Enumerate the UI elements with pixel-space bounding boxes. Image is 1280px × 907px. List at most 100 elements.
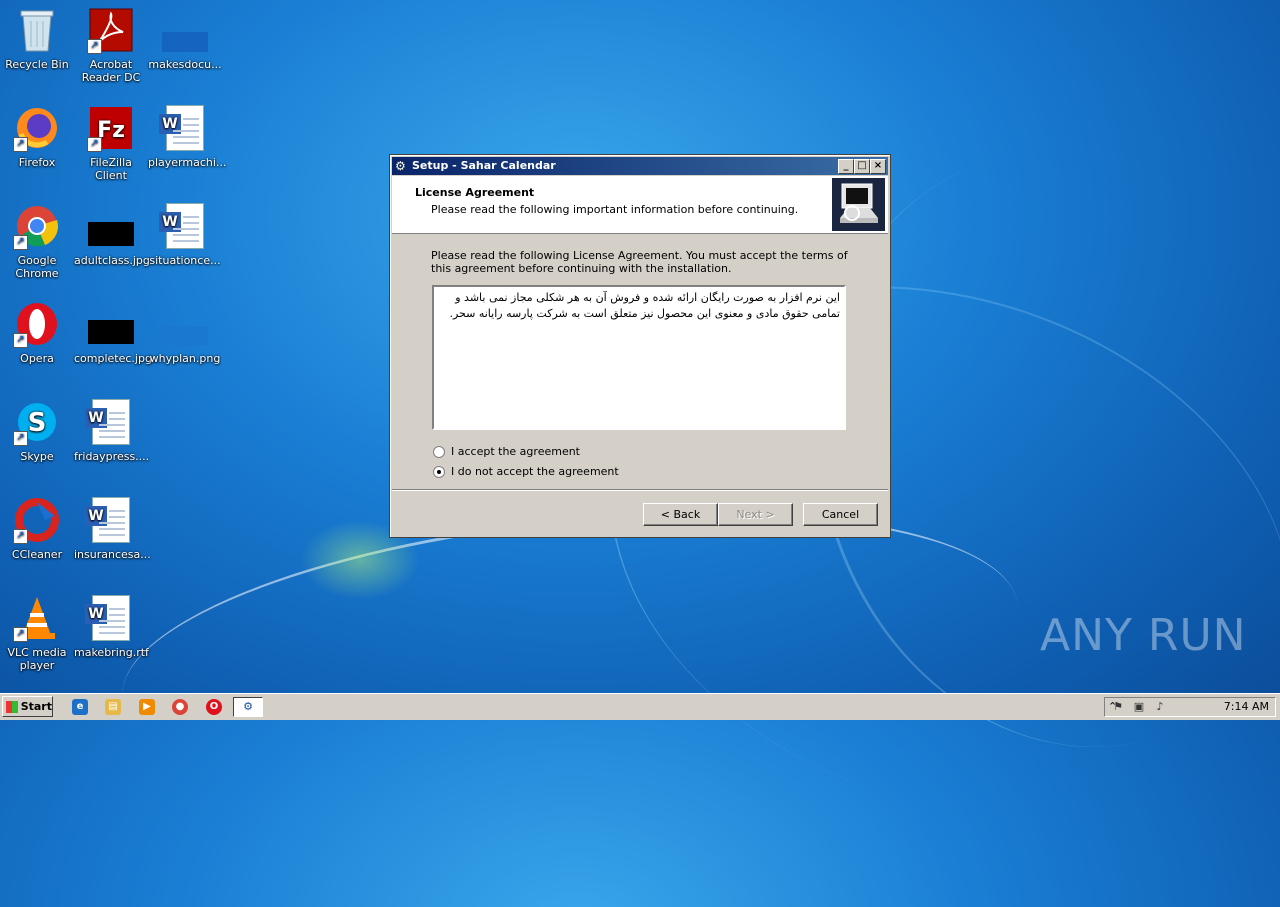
desktop-icon-label: makebring.rtf: [74, 646, 149, 659]
volume-icon[interactable]: ♪: [1153, 700, 1167, 714]
shortcut-arrow-icon: ↗: [13, 627, 28, 642]
network-icon[interactable]: ▣: [1132, 700, 1146, 714]
accept-radio-option[interactable]: I accept the agreement: [433, 445, 580, 458]
desktop-icon-label: Opera: [20, 352, 54, 365]
chrome-taskbar-icon[interactable]: ●: [172, 699, 188, 715]
ccleaner-icon: ↗: [13, 496, 61, 544]
word-document-icon: W: [85, 496, 135, 544]
license-instructions: Please read the following License Agreem…: [431, 249, 848, 275]
desktop-icon-makesdocu[interactable]: makesdocu...: [148, 6, 222, 71]
filezilla-icon: Fz ↗: [87, 104, 135, 152]
start-button[interactable]: Start: [2, 696, 53, 717]
word-document-icon: W: [159, 104, 209, 152]
desktop-icon-skype[interactable]: S ↗ Skype: [0, 398, 74, 463]
vlc-icon: ↗: [13, 594, 61, 642]
action-center-flag-icon[interactable]: ⚑: [1111, 700, 1125, 714]
shortcut-arrow-icon: ↗: [13, 333, 28, 348]
desktop-icon-opera[interactable]: ↗ Opera: [0, 300, 74, 365]
desktop-icon-label: Skype: [20, 450, 54, 463]
desktop-icon-playermachi[interactable]: W playermachi...: [148, 104, 227, 169]
desktop-icon-situationce[interactable]: W situationce...: [148, 202, 222, 267]
anyrun-watermark: ANY RUN: [1040, 610, 1247, 661]
desktop-icon-label: Firefox: [18, 156, 56, 169]
maximize-button[interactable]: □: [854, 159, 870, 174]
image-file-icon: [87, 300, 135, 348]
installer-computer-icon: [832, 178, 885, 231]
setup-dialog: ⚙ Setup - Sahar Calendar _ □ × License A…: [389, 154, 891, 538]
desktop-icon-filezilla[interactable]: Fz ↗ FileZilla Client: [74, 104, 148, 182]
shortcut-arrow-icon: ↗: [13, 431, 28, 446]
cancel-button[interactable]: Cancel: [803, 503, 878, 526]
next-button[interactable]: Next >: [718, 503, 793, 526]
desktop-icon-insurancesa[interactable]: W insurancesa...: [74, 496, 151, 561]
blank-file-icon: [161, 6, 209, 54]
desktop-icon-vlc[interactable]: ↗ VLC media player: [0, 594, 74, 672]
word-document-icon: W: [85, 594, 135, 642]
desktop-icon-label: VLC media player: [7, 646, 67, 672]
desktop-icon-label: completec.jpg: [74, 352, 152, 365]
close-button[interactable]: ×: [870, 159, 886, 174]
accept-radio[interactable]: [433, 445, 445, 458]
word-document-icon: W: [85, 398, 135, 446]
opera-taskbar-icon[interactable]: O: [206, 699, 222, 715]
desktop-icon-recycle-bin[interactable]: Recycle Bin: [0, 6, 74, 71]
setup-app-icon: ⚙: [395, 159, 406, 173]
shortcut-arrow-icon: ↗: [87, 137, 102, 152]
desktop-icon-label: whyplan.png: [149, 352, 221, 365]
back-button[interactable]: < Back: [643, 503, 718, 526]
desktop-icon-acrobat[interactable]: ↗ Acrobat Reader DC: [74, 6, 148, 84]
desktop-icon-label: Google Chrome: [15, 254, 59, 280]
desktop-icon-label: insurancesa...: [74, 548, 151, 561]
acrobat-icon: ↗: [87, 6, 135, 54]
license-text: این نرم افزار به صورت رایگان ارائه شده و…: [449, 291, 840, 320]
shortcut-arrow-icon: ↗: [87, 39, 102, 54]
skype-icon: S ↗: [13, 398, 61, 446]
svg-text:S: S: [28, 408, 47, 438]
image-file-icon: [87, 202, 135, 250]
word-document-icon: W: [159, 202, 209, 250]
firefox-icon: ↗: [13, 104, 61, 152]
accept-label: I accept the agreement: [451, 445, 580, 458]
license-text-box[interactable]: این نرم افزار به صورت رایگان ارائه شده و…: [432, 285, 846, 430]
decline-radio[interactable]: [433, 465, 445, 478]
wizard-header: License Agreement Please read the follow…: [392, 176, 888, 234]
decline-radio-option[interactable]: I do not accept the agreement: [433, 465, 619, 478]
explorer-folder-icon[interactable]: ▤: [105, 699, 121, 715]
desktop-icon-firefox[interactable]: ↗ Firefox: [0, 104, 74, 169]
media-player-icon[interactable]: ▶: [139, 699, 155, 715]
desktop-icon-label: fridaypress....: [74, 450, 150, 463]
desktop-icon-fridaypress[interactable]: W fridaypress....: [74, 398, 150, 463]
desktop-icon-label: adultclass.jpg: [74, 254, 150, 267]
dialog-titlebar[interactable]: ⚙ Setup - Sahar Calendar _ □ ×: [392, 157, 888, 175]
recycle-bin-icon: [13, 6, 61, 54]
desktop-icon-label: CCleaner: [11, 548, 63, 561]
shortcut-arrow-icon: ↗: [13, 137, 28, 152]
desktop-icon-whyplan[interactable]: whyplan.png: [148, 300, 222, 365]
windows-logo-icon: [6, 700, 18, 713]
taskbar: Start e ▤ ▶ ● O ⚙ ⌃ ⚑ ▣ ♪ 7:14 AM: [0, 693, 1280, 720]
desktop-icon-completec[interactable]: completec.jpg: [74, 300, 152, 365]
desktop-icon-label: playermachi...: [148, 156, 227, 169]
dialog-title: Setup - Sahar Calendar: [412, 159, 556, 172]
desktop-icon-label: Recycle Bin: [5, 58, 69, 71]
desktop-icon-adultclass[interactable]: adultclass.jpg: [74, 202, 150, 267]
clock[interactable]: 7:14 AM: [1224, 700, 1269, 714]
page-subtitle: Please read the following important info…: [431, 203, 799, 216]
desktop-icon-label: Acrobat Reader DC: [81, 58, 141, 84]
divider: [392, 489, 888, 491]
system-tray: ⚑ ▣ ♪ 7:14 AM: [1104, 697, 1276, 717]
desktop-icon-makebring[interactable]: W makebring.rtf: [74, 594, 149, 659]
start-label: Start: [20, 700, 52, 713]
desktop-icon-label: situationce...: [149, 254, 221, 267]
shortcut-arrow-icon: ↗: [13, 529, 28, 544]
desktop-icon-label: FileZilla Client: [90, 156, 132, 182]
opera-icon: ↗: [13, 300, 61, 348]
internet-explorer-icon[interactable]: e: [72, 699, 88, 715]
setup-taskbar-button[interactable]: ⚙: [233, 697, 263, 717]
shortcut-arrow-icon: ↗: [13, 235, 28, 250]
desktop-icon-ccleaner[interactable]: ↗ CCleaner: [0, 496, 74, 561]
page-title: License Agreement: [415, 186, 535, 199]
desktop-icon-label: makesdocu...: [148, 58, 222, 71]
desktop-icon-google-chrome[interactable]: ↗ Google Chrome: [0, 202, 74, 280]
minimize-button[interactable]: _: [838, 159, 854, 174]
